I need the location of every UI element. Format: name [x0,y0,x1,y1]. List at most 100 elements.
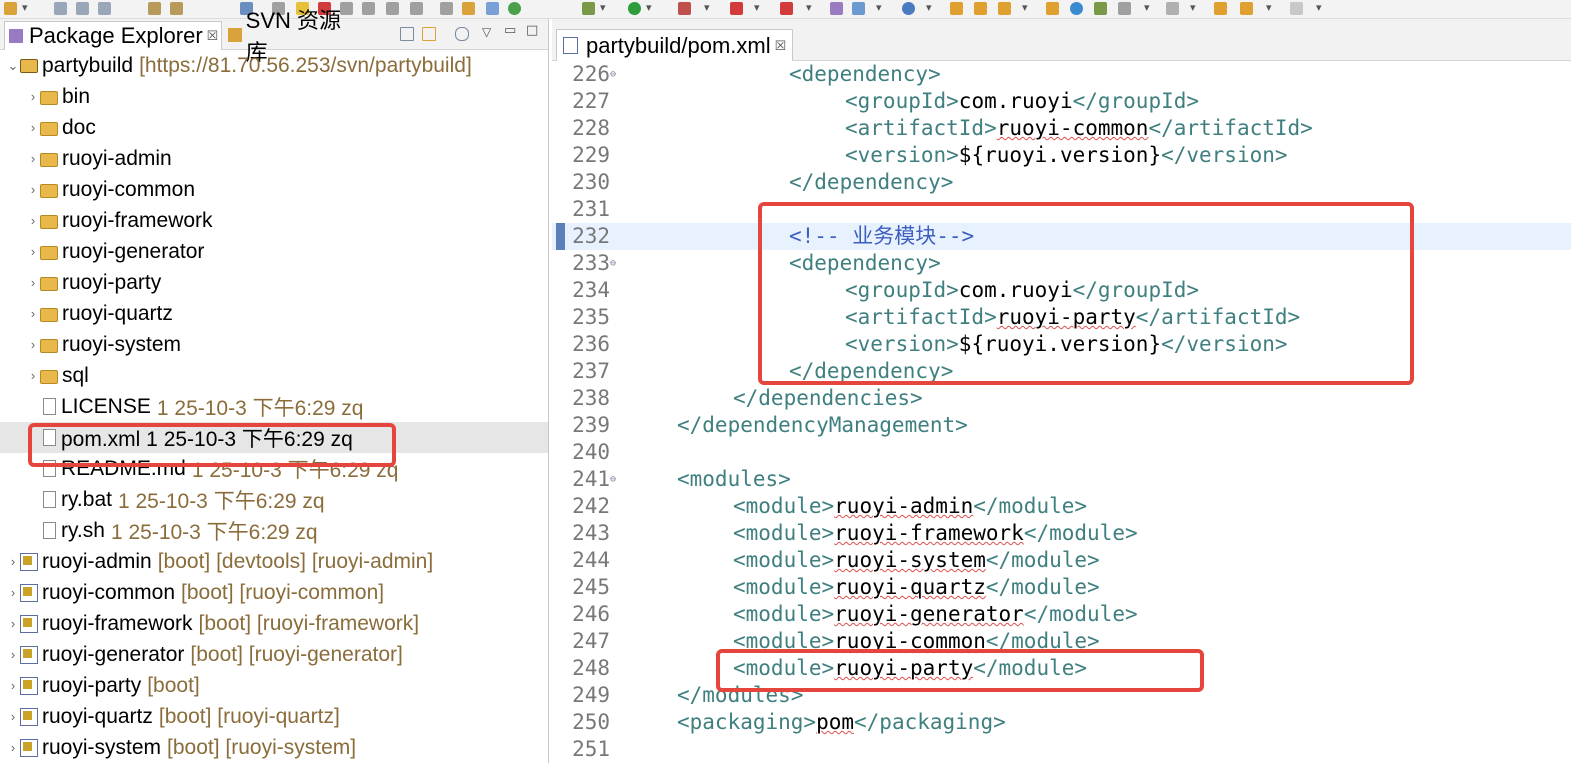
print-icon[interactable] [98,2,111,15]
chevron-right-icon[interactable]: › [6,709,20,724]
tree-item[interactable]: ⌄ partybuild [https://81.70.56.253/svn/par… [0,50,548,81]
tree-item[interactable]: pom.xml 1 25-10-3 下午6:29 zq [0,422,548,453]
code-line[interactable]: 237 </dependency> [552,358,1571,385]
tree-item[interactable]: › ruoyi-framework [boot] [ruoyi-framework] [0,608,548,639]
close-icon[interactable]: ☒ [775,38,787,54]
maximize-icon[interactable]: □ [526,23,538,38]
tab-pom-xml[interactable]: partybuild/pom.xml ☒ [556,29,794,61]
tree-item[interactable]: › ruoyi-quartz [0,298,548,329]
chevron-right-icon[interactable]: › [6,616,20,631]
chevron-down-icon[interactable]: ▾ [600,0,606,16]
code-line[interactable]: 230 </dependency> [552,169,1571,196]
code-line[interactable]: 226 ⊖ <dependency> [552,61,1571,88]
tree-item[interactable]: › ruoyi-system [boot] [ruoyi-system] [0,732,548,763]
tree-item[interactable]: › ruoyi-common [boot] [ruoyi-common] [0,577,548,608]
focus-icon[interactable] [455,27,469,41]
code-line[interactable]: 251 [552,736,1571,763]
step-return-icon[interactable] [410,2,423,15]
chevron-right-icon[interactable]: › [6,740,20,755]
code-line[interactable]: 250 <packaging>pom</packaging> [552,709,1571,736]
chevron-right-icon[interactable]: › [26,337,40,352]
code-line[interactable]: 246 <module>ruoyi-generator</module> [552,601,1571,628]
refresh-icon[interactable] [170,2,183,15]
link-with-editor-icon[interactable] [422,27,436,41]
save-all-icon[interactable] [76,2,89,15]
code-line[interactable]: 232 <!-- 业务模块--> [552,223,1571,250]
chevron-right-icon[interactable]: › [6,647,20,662]
chevron-down-icon[interactable]: ▾ [704,0,710,16]
chevron-down-icon[interactable]: ▾ [876,0,882,16]
chevron-right-icon[interactable]: › [26,368,40,383]
fold-icon[interactable]: ⊖ [610,250,616,277]
step-into-icon[interactable] [362,2,375,15]
tree-item[interactable]: › ruoyi-party [0,267,548,298]
chevron-down-icon[interactable]: ▾ [646,0,652,16]
run-external-icon[interactable] [678,2,691,15]
tree-item[interactable]: ry.bat 1 25-10-3 下午6:29 zq [0,484,548,515]
tree-item[interactable]: › ruoyi-quartz [boot] [ruoyi-quartz] [0,701,548,732]
back-history-icon[interactable] [1240,2,1253,15]
chevron-down-icon[interactable]: ▾ [22,0,28,16]
chevron-down-icon[interactable]: ▾ [806,0,812,16]
code-line[interactable]: 233 ⊖ <dependency> [552,250,1571,277]
chevron-right-icon[interactable]: › [6,678,20,693]
close-icon[interactable]: ☒ [207,28,219,44]
code-line[interactable]: 245 <module>ruoyi-quartz</module> [552,574,1571,601]
tree-item[interactable]: LICENSE 1 25-10-3 下午6:29 zq [0,391,548,422]
save-icon[interactable] [54,2,67,15]
tree-item[interactable]: › ruoyi-admin [0,143,548,174]
minimize-icon[interactable]: ▭ [504,23,516,38]
fold-icon[interactable]: ⊖ [610,61,616,88]
chevron-right-icon[interactable]: › [26,182,40,197]
chevron-right-icon[interactable]: › [26,89,40,104]
code-line[interactable]: 249 </modules> [552,682,1571,709]
code-line[interactable]: 229 <version>${ruoyi.version}</version> [552,142,1571,169]
tree-item[interactable]: › ruoyi-framework [0,205,548,236]
chevron-down-icon[interactable]: ▾ [1190,0,1196,16]
chevron-right-icon[interactable]: › [26,244,40,259]
tab-svn-repository[interactable]: SVN 资源库 [224,8,360,65]
collapse-all-icon[interactable] [400,27,414,41]
use-step-filters-icon[interactable] [440,2,453,15]
code-line[interactable]: 238 </dependencies> [552,385,1571,412]
code-line[interactable]: 247 <module>ruoyi-common</module> [552,628,1571,655]
chevron-right-icon[interactable]: › [26,275,40,290]
chevron-down-icon[interactable]: ▾ [1144,0,1150,16]
open-type-icon[interactable] [462,2,475,15]
code-line[interactable]: 228 <artifactId>ruoyi-common</artifactId> [552,115,1571,142]
toggle-mark-icon[interactable] [486,2,499,15]
annotation-icon[interactable] [1118,2,1131,15]
build-icon[interactable] [148,2,161,15]
tree-item[interactable]: › ruoyi-admin [boot] [devtools] [ruoyi-adm… [0,546,548,577]
code-line[interactable]: 243 <module>ruoyi-framework</module> [552,520,1571,547]
search-icon[interactable] [1094,2,1107,15]
chevron-down-icon[interactable]: ▾ [1022,0,1028,16]
code-line[interactable]: 236 <version>${ruoyi.version}</version> [552,331,1571,358]
debug-icon[interactable] [582,2,595,15]
tree-item[interactable]: ry.sh 1 25-10-3 下午6:29 zq [0,515,548,546]
sync-icon[interactable] [1070,2,1083,15]
chevron-down-icon[interactable]: ⌄ [6,58,20,74]
open-file-icon[interactable] [974,2,987,15]
forward-icon[interactable] [1290,2,1303,15]
code-line[interactable]: 241 ⊖ <modules> [552,466,1571,493]
web-browser-icon[interactable] [508,2,521,15]
fold-icon[interactable]: ⊖ [610,466,616,493]
code-line[interactable]: 244 <module>ruoyi-system</module> [552,547,1571,574]
new-icon[interactable] [4,2,17,15]
code-line[interactable]: 235 <artifactId>ruoyi-party</artifactId> [552,304,1571,331]
step-over-icon[interactable] [386,2,399,15]
chevron-right-icon[interactable]: › [26,151,40,166]
deploy-icon[interactable] [780,2,793,15]
chevron-down-icon[interactable]: ▾ [754,0,760,16]
new-package-icon[interactable] [830,2,843,15]
last-edit-icon[interactable] [1166,2,1179,15]
chevron-right-icon[interactable]: › [26,120,40,135]
tree-item[interactable]: › ruoyi-party [boot] [0,670,548,701]
code-line[interactable]: 248 <module>ruoyi-party</module> [552,655,1571,682]
tree-item[interactable]: › bin [0,81,548,112]
new-class-icon[interactable] [852,2,865,15]
chevron-right-icon[interactable]: › [6,554,20,569]
tree-item[interactable]: › ruoyi-system [0,329,548,360]
tree-item[interactable]: README.md 1 25-10-3 下午6:29 zq [0,453,548,484]
